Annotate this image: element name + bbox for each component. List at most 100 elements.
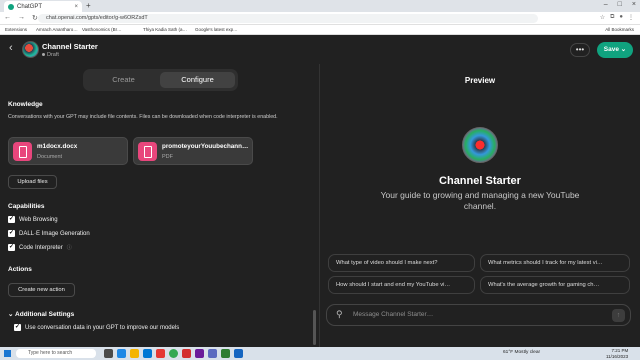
use-conversation-data-option[interactable]: ✓ Use conversation data in your GPT to i…	[14, 324, 179, 331]
chatgpt-favicon-icon	[8, 3, 14, 10]
checkbox-checked-icon[interactable]: ✓	[14, 324, 21, 331]
bookmark-item[interactable]: Vasthonomics (Br…	[82, 27, 122, 32]
bookmark-item[interactable]: Amrach Anantharo…	[36, 27, 78, 32]
option-label: Use conversation data in your GPT to imp…	[25, 324, 180, 331]
app-icon[interactable]	[195, 349, 204, 358]
window-controls: – □ ×	[604, 1, 636, 8]
save-button[interactable]: Save ⌄	[597, 42, 633, 58]
capability-label: Code Interpreter	[19, 244, 63, 251]
draft-status: Draft	[42, 52, 59, 58]
extensions-area: ☆ ⧉ ● ⋮	[600, 14, 634, 21]
task-view-icon[interactable]	[104, 349, 113, 358]
message-input[interactable]: ⚲ Message Channel Starter… ↑	[326, 304, 631, 326]
star-icon[interactable]: ☆	[600, 14, 605, 21]
file-card[interactable]: m1docx.docx Document	[8, 137, 128, 165]
extensions-icon[interactable]: ⧉	[610, 14, 614, 21]
checkbox-checked-icon[interactable]: ✓	[8, 244, 15, 251]
file-icon	[13, 142, 32, 161]
conversation-starter[interactable]: What metrics should I track for my lates…	[480, 254, 630, 272]
browser-tab[interactable]: ChatGPT ×	[4, 1, 82, 12]
minimize-icon[interactable]: –	[604, 1, 608, 8]
create-configure-toggle: Create Configure	[83, 69, 238, 91]
app-icon[interactable]	[221, 349, 230, 358]
file-name: m1docx.docx	[37, 143, 78, 150]
bookmark-item[interactable]: Google's latest exp…	[195, 27, 238, 32]
url-input[interactable]: chat.openai.com/gpts/editor/g-w6ORZsdT	[38, 14, 538, 23]
paperclip-icon[interactable]: ⚲	[336, 309, 343, 320]
bookmarks-bar: Extensions Amrach Anantharo… Vasthonomic…	[0, 25, 640, 35]
all-bookmarks[interactable]: All Bookmarks	[605, 27, 634, 32]
maximize-icon[interactable]: □	[618, 1, 622, 8]
actions-title: Actions	[8, 266, 32, 273]
taskbar-search-input[interactable]: Type here to search	[16, 349, 96, 358]
browser-tab-bar: ChatGPT × + – □ ×	[0, 0, 640, 12]
send-arrow-icon[interactable]: ↑	[612, 309, 625, 322]
app-icon[interactable]	[182, 349, 191, 358]
capability-code-interpreter[interactable]: ✓ Code Interpreter ⓘ	[8, 244, 72, 251]
capability-label: DALL·E Image Generation	[19, 230, 90, 237]
back-chevron-icon[interactable]: ‹	[9, 42, 13, 54]
preview-gpt-name: Channel Starter	[439, 175, 521, 187]
edge-icon[interactable]	[117, 349, 126, 358]
status-dot-icon	[42, 53, 45, 57]
capability-dalle[interactable]: ✓ DALL·E Image Generation	[8, 230, 90, 237]
gpt-name: Channel Starter	[42, 42, 98, 51]
preview-gpt-description: Your guide to growing and managing a new…	[380, 190, 580, 211]
message-placeholder: Message Channel Starter…	[353, 311, 434, 318]
draft-label: Draft	[47, 52, 59, 58]
conversation-starter[interactable]: How should I start and end my YouTube vi…	[328, 276, 475, 294]
tab-create[interactable]: Create	[86, 72, 161, 88]
additional-settings-toggle[interactable]: ⌄ Additional Settings	[8, 310, 74, 318]
weather-widget[interactable]: 61°F Mostly clear	[503, 350, 540, 355]
tab-title: ChatGPT	[17, 3, 43, 10]
file-type: PDF	[162, 154, 173, 160]
more-options-button[interactable]: •••	[570, 43, 590, 57]
profile-icon[interactable]: ●	[619, 14, 623, 21]
taskbar-clock[interactable]: 7:21 PM 11/16/2023	[606, 348, 628, 359]
save-label: Save	[603, 46, 619, 53]
capability-web-browsing[interactable]: ✓ Web Browsing	[8, 216, 58, 223]
conversation-starter[interactable]: What's the average growth for gaming ch…	[480, 276, 630, 294]
checkbox-checked-icon[interactable]: ✓	[8, 230, 15, 237]
info-icon[interactable]: ⓘ	[67, 244, 72, 251]
capabilities-title: Capabilities	[8, 203, 45, 210]
reload-icon[interactable]: ↻	[32, 14, 38, 22]
gpt-editor-header: ‹ Channel Starter Draft ••• Save ⌄	[0, 35, 640, 64]
teams-icon[interactable]	[208, 349, 217, 358]
forward-arrow-icon[interactable]: →	[18, 14, 25, 22]
bookmark-item[interactable]: Extensions	[5, 27, 27, 32]
close-tab-icon[interactable]: ×	[74, 4, 78, 10]
scrollbar[interactable]	[313, 310, 316, 345]
os-taskbar: Type here to search 61°F Mostly clear 7:…	[0, 347, 640, 360]
configure-panel: Create Configure Knowledge Conversations…	[0, 64, 320, 347]
conversation-starter[interactable]: What type of video should I make next?	[328, 254, 475, 272]
bookmark-item[interactable]: Thiya Kadia Sath (a…	[143, 27, 187, 32]
create-new-action-button[interactable]: Create new action	[8, 283, 75, 297]
preview-panel: Preview Channel Starter Your guide to gr…	[320, 64, 640, 347]
clock-date: 11/16/2023	[606, 353, 629, 359]
back-arrow-icon[interactable]: ←	[4, 14, 11, 22]
file-card[interactable]: promoteyourYouubechann… PDF	[133, 137, 253, 165]
new-tab-icon[interactable]: +	[86, 1, 91, 10]
menu-icon[interactable]: ⋮	[628, 14, 634, 21]
word-icon[interactable]	[234, 349, 243, 358]
checkbox-checked-icon[interactable]: ✓	[8, 216, 15, 223]
chevron-down-icon: ⌄	[8, 311, 14, 318]
close-window-icon[interactable]: ×	[632, 1, 636, 8]
chrome-icon[interactable]	[169, 349, 178, 358]
gpt-avatar-large	[462, 127, 498, 163]
file-type: Document	[37, 154, 63, 160]
windows-start-icon[interactable]	[4, 350, 11, 357]
upload-files-button[interactable]: Upload files	[8, 175, 57, 189]
knowledge-description: Conversations with your GPT may include …	[8, 114, 278, 120]
file-explorer-icon[interactable]	[130, 349, 139, 358]
app-icon[interactable]	[156, 349, 165, 358]
address-bar-row: ← → ↻ chat.openai.com/gpts/editor/g-w6OR…	[0, 12, 640, 25]
tab-configure[interactable]: Configure	[160, 72, 235, 88]
capability-label: Web Browsing	[19, 216, 58, 223]
preview-title: Preview	[464, 76, 496, 85]
gpt-avatar	[22, 41, 39, 58]
file-name: promoteyourYouubechann…	[162, 143, 249, 150]
mail-icon[interactable]	[143, 349, 152, 358]
additional-settings-title: Additional Settings	[15, 311, 75, 318]
